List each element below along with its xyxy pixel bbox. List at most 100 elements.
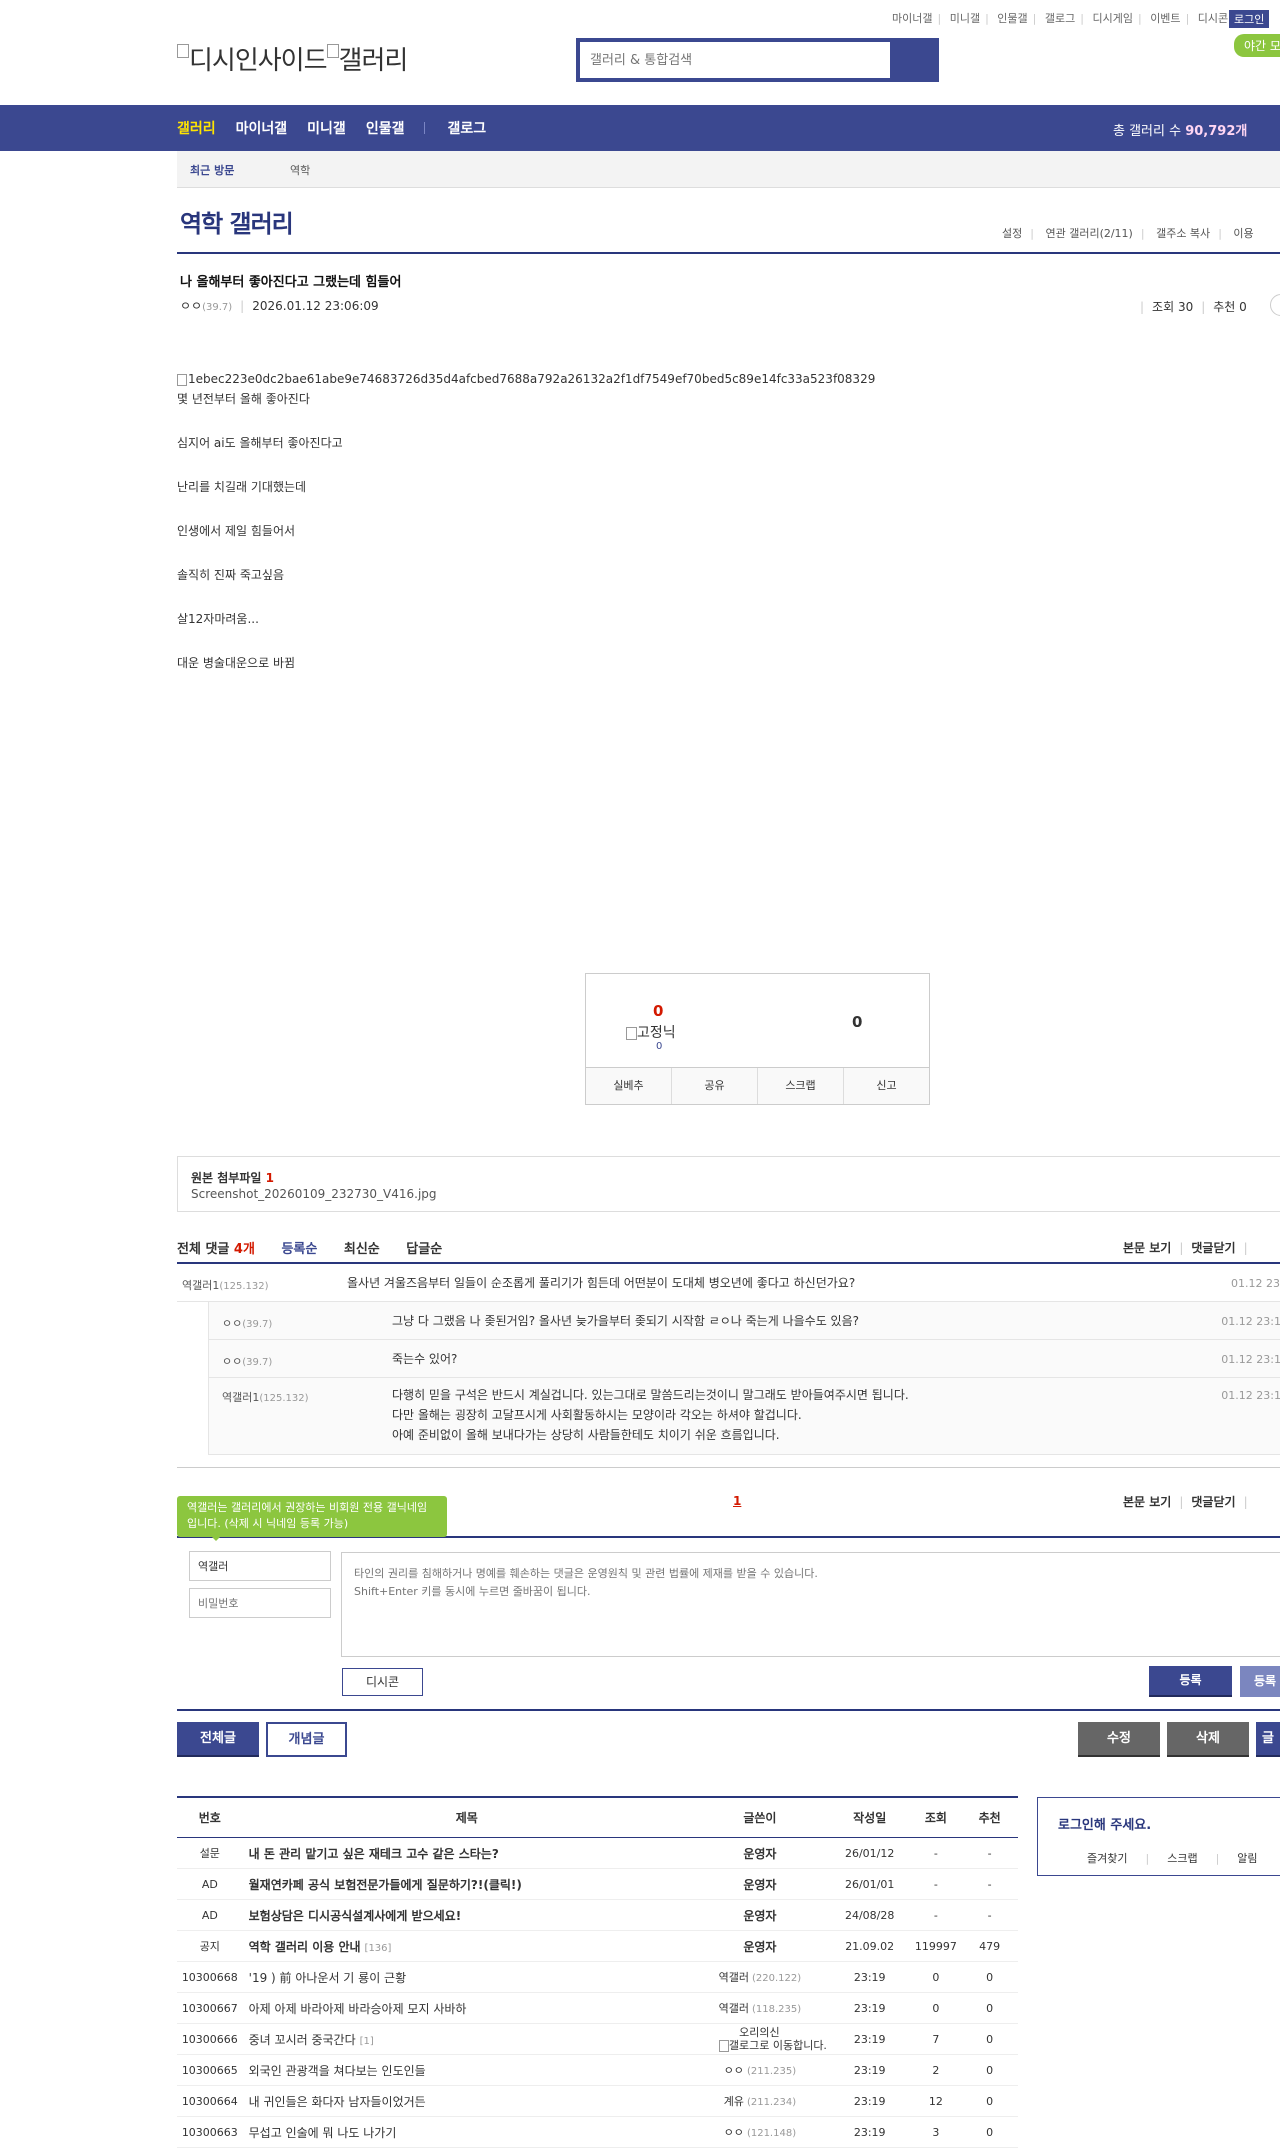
login-prompt[interactable]: 로그인해 주세요.: [1058, 1814, 1151, 1833]
row-writer-nick[interactable]: 계유: [724, 2095, 744, 2108]
row-title-text[interactable]: 역학 갤러리 이용 안내: [249, 1940, 361, 1954]
post-writer-nick[interactable]: ㅇㅇ: [180, 299, 202, 313]
row-writer[interactable]: 역갤러 (220.122): [690, 1961, 829, 1993]
comment-textarea[interactable]: [341, 1552, 1280, 1657]
edit-button[interactable]: 수정: [1078, 1722, 1160, 1757]
submit-comment-button[interactable]: 등록: [1149, 1666, 1232, 1697]
table-row[interactable]: 10300667 아제 아제 바라아제 바라승아제 모지 사바하 역갤러 (118.2…: [177, 1992, 1018, 2024]
row-writer-nick[interactable]: 오리의신: [692, 2026, 827, 2039]
row-title[interactable]: 중녀 꼬시러 중국간다 [1]: [242, 2023, 691, 2055]
topnav-dccon[interactable]: 디시콘: [1198, 12, 1228, 25]
row-writer[interactable]: 역갤러 (118.235): [690, 1992, 829, 2024]
row-title-text[interactable]: 내 돈 관리 맡기고 싶은 재테크 고수 같은 스타는?: [249, 1847, 499, 1861]
row-title[interactable]: 역학 갤러리 이용 안내 [136]: [242, 1930, 691, 1962]
view-body-link[interactable]: 본문 보기: [1123, 1241, 1171, 1255]
gnb-person[interactable]: 인물갤: [366, 118, 405, 138]
topnav-dcgame[interactable]: 디시게임: [1092, 12, 1132, 25]
row-title[interactable]: 내 귀인들은 화다자 남자들이었거든: [242, 2085, 691, 2117]
write-button[interactable]: 글: [1256, 1722, 1280, 1757]
password-field[interactable]: [189, 1588, 331, 1618]
concept-posts-button[interactable]: 개념글: [266, 1722, 347, 1757]
gallery-settings-link[interactable]: 설정: [1002, 227, 1022, 240]
topnav-person[interactable]: 인물갤: [997, 12, 1027, 25]
row-title-text[interactable]: '19 ) 前 아나운서 기 룡이 근황: [249, 1971, 407, 1985]
row-title-text[interactable]: 중녀 꼬시러 중국간다: [249, 2033, 356, 2047]
gnb-gallog[interactable]: 갤로그: [447, 118, 486, 138]
scrap-link[interactable]: 스크랩: [1167, 1852, 1197, 1865]
recommend-down-count[interactable]: 0: [852, 1013, 862, 1031]
gnb-minor[interactable]: 마이너갤: [236, 118, 288, 138]
row-title-text[interactable]: 외국인 관광객을 쳐다보는 인도인들: [249, 2064, 426, 2078]
comment-page-1[interactable]: 1: [733, 1494, 741, 1508]
row-writer-nick[interactable]: 운영자: [743, 1847, 776, 1861]
recommend-up-count[interactable]: 0: [653, 1002, 663, 1020]
sort-latest[interactable]: 최신순: [344, 1242, 380, 1257]
gnb-mini[interactable]: 미니갤: [307, 118, 346, 138]
delete-button[interactable]: 삭제: [1167, 1722, 1249, 1757]
row-title-text[interactable]: 아제 아제 바라아제 바라승아제 모지 사바하: [249, 2002, 467, 2016]
row-writer-gallog[interactable]: 갤로그로 이동합니다.: [692, 2039, 827, 2052]
dccon-button[interactable]: 디시콘: [342, 1668, 423, 1696]
row-writer-nick[interactable]: 역갤러: [719, 1971, 749, 1984]
report-button[interactable]: 신고: [844, 1068, 929, 1104]
row-writer[interactable]: 운영자: [690, 1930, 829, 1962]
fixed-nick-recommend[interactable]: 고정닉: [626, 1022, 676, 1042]
submit-recommend-button[interactable]: 등록: [1240, 1666, 1280, 1697]
night-mode-button[interactable]: 야간 모드: [1234, 34, 1280, 57]
topnav-gallog[interactable]: 갤로그: [1045, 12, 1075, 25]
table-row[interactable]: 10300668 '19 ) 前 아나운서 기 룡이 근황 역갤러 (220.122)…: [177, 1961, 1018, 1993]
row-writer[interactable]: ㅇㅇ (121.148): [690, 2116, 829, 2148]
more-options-icon[interactable]: [1270, 294, 1280, 316]
all-posts-button[interactable]: 전체글: [177, 1722, 259, 1757]
silbe-recommend-button[interactable]: 실베추: [586, 1068, 672, 1104]
search-input[interactable]: [580, 42, 890, 78]
related-gallery-link[interactable]: 연관 갤러리(2/11): [1045, 227, 1132, 240]
table-row[interactable]: AD 월재연카페 공식 보험전문가들에게 질문하기?!(클릭!) 운영자 26/01/…: [177, 1868, 1018, 1900]
table-row[interactable]: AD 보험상담은 디시공식설계사에게 받으세요! 운영자 24/08/28 - -: [177, 1899, 1018, 1931]
row-title-text[interactable]: 보험상담은 디시공식설계사에게 받으세요!: [249, 1909, 462, 1923]
row-title[interactable]: 월재연카페 공식 보험전문가들에게 질문하기?!(클릭!): [242, 1868, 691, 1900]
topnav-minor[interactable]: 마이너갤: [892, 12, 932, 25]
topnav-mini[interactable]: 미니갤: [950, 12, 980, 25]
row-title[interactable]: 외국인 관광객을 쳐다보는 인도인들: [242, 2054, 691, 2086]
row-title[interactable]: 무섭고 인술에 뭐 나도 나가기: [242, 2116, 691, 2148]
row-writer[interactable]: ㅇㅇ (211.235): [690, 2054, 829, 2086]
row-title[interactable]: '19 ) 前 아나운서 기 룡이 근황: [242, 1961, 691, 1993]
copy-address-link[interactable]: 갤주소 복사: [1156, 227, 1210, 240]
attachment-file[interactable]: Screenshot_20260109_232730_V416.jpg: [191, 1187, 437, 1201]
row-reply-count[interactable]: [136]: [365, 1943, 392, 1954]
row-title[interactable]: 내 돈 관리 맡기고 싶은 재테크 고수 같은 스타는?: [242, 1837, 691, 1869]
recent-visit-label[interactable]: 최근 방문: [190, 162, 234, 178]
table-row[interactable]: 10300663 무섭고 인술에 뭐 나도 나가기 ㅇㅇ (121.148) 23:19…: [177, 2116, 1018, 2148]
close-comments-link[interactable]: 댓글닫기: [1191, 1495, 1235, 1509]
row-title-text[interactable]: 무섭고 인술에 뭐 나도 나가기: [249, 2126, 397, 2140]
row-writer-nick[interactable]: 운영자: [743, 1878, 776, 1892]
row-writer[interactable]: 운영자: [690, 1899, 829, 1931]
gallery-title[interactable]: 역학 갤러리: [180, 204, 294, 239]
row-writer[interactable]: 운영자: [690, 1837, 829, 1869]
alarm-link[interactable]: 알림: [1237, 1852, 1257, 1865]
row-title[interactable]: 보험상담은 디시공식설계사에게 받으세요!: [242, 1899, 691, 1931]
row-writer-nick[interactable]: ㅇㅇ: [724, 2126, 744, 2139]
table-row[interactable]: 공지 역학 갤러리 이용 안내 [136] 운영자 21.09.02 119997 479: [177, 1930, 1018, 1962]
topnav-event[interactable]: 이벤트: [1150, 12, 1180, 25]
sort-replies[interactable]: 답글순: [406, 1242, 442, 1257]
row-writer-nick[interactable]: 운영자: [743, 1909, 776, 1923]
login-button[interactable]: 로그인: [1229, 10, 1270, 28]
close-comments-link[interactable]: 댓글닫기: [1191, 1241, 1235, 1255]
comment-nick[interactable]: 역갤러1(125.132): [222, 1389, 309, 1405]
favorites-link[interactable]: 즐겨찾기: [1087, 1852, 1127, 1865]
row-writer-nick[interactable]: ㅇㅇ: [724, 2064, 744, 2077]
table-row[interactable]: 설문 내 돈 관리 맡기고 싶은 재테크 고수 같은 스타는? 운영자 26/01/1…: [177, 1837, 1018, 1869]
share-button[interactable]: 공유: [672, 1068, 758, 1104]
row-reply-count[interactable]: [1]: [360, 2036, 374, 2047]
row-title[interactable]: 아제 아제 바라아제 바라승아제 모지 사바하: [242, 1992, 691, 2024]
recent-visit-item[interactable]: 역학: [290, 162, 310, 178]
sort-registered[interactable]: 등록순: [281, 1242, 317, 1257]
table-row[interactable]: 10300665 외국인 관광객을 쳐다보는 인도인들 ㅇㅇ (211.235) 23:…: [177, 2054, 1018, 2086]
row-writer-nick[interactable]: 운영자: [743, 1940, 776, 1954]
view-body-link[interactable]: 본문 보기: [1123, 1495, 1171, 1509]
row-writer-nick[interactable]: 역갤러: [719, 2002, 749, 2015]
gnb-gallery[interactable]: 갤러리: [177, 118, 216, 138]
row-writer[interactable]: 오리의신 갤로그로 이동합니다.: [690, 2023, 829, 2055]
